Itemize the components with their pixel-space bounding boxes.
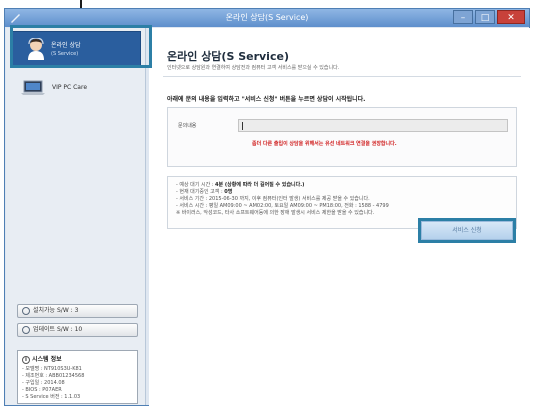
laptop-icon — [21, 80, 45, 95]
minimize-button[interactable]: – — [453, 10, 473, 24]
info-icon: i — [22, 356, 30, 364]
callout-highlight-button — [418, 218, 516, 243]
installable-sw-button[interactable]: 설치가능 S/W : 3 — [17, 304, 138, 318]
system-info-panel: i 시스템 정보 - 모델명 : NT910S3U-K81 - 제조번호 : AB… — [17, 350, 138, 404]
system-info-row: - 제조번호 : ABB01234568 — [22, 373, 85, 379]
sidebar-item-vip-pc-care[interactable]: VIP PC Care — [10, 74, 141, 102]
download-icon — [22, 306, 30, 315]
sidebar-item-label: VIP PC Care — [52, 84, 88, 91]
callout-highlight-sidebar — [10, 25, 152, 68]
inquiry-form: 문의내용 좀더 다른 출입이 상담을 위해서는 유선 네트워크 연결을 권장합니… — [167, 107, 517, 167]
window-title: 온라인 상담(S Service) — [225, 13, 309, 22]
system-info-row: - S Service 버전 : 1.1.03 — [22, 394, 81, 400]
system-info-title: i 시스템 정보 — [22, 354, 133, 364]
instruction-text: 아래에 문의 내용을 입력하고 "서비스 신청" 버튼을 누르면 상담이 시작됩… — [167, 96, 366, 103]
page-title: 온라인 상담(S Service) — [167, 50, 289, 63]
system-info-row: - 모델명 : NT910S3U-K81 — [22, 366, 82, 372]
network-warning: 좀더 다른 출입이 상담을 위해서는 유선 네트워크 연결을 권장합니다. — [252, 141, 397, 147]
system-info-row: - BIOS : P07AER — [22, 387, 62, 393]
window-controls: – □ ✕ — [453, 10, 525, 24]
notice-line: - 현재 대기중인 고객 : 0명 — [176, 189, 233, 195]
inquiry-input[interactable] — [238, 119, 508, 132]
notice-line: - 서비스 시간 : 평일 AM09:00 ~ AM02:00, 토요일 AM0… — [176, 203, 389, 209]
page-subtitle: 인터넷으로 상담원과 연결하여 상담전과 컴퓨터 고객 서비스를 받으실 수 있… — [167, 65, 340, 71]
notice-line: ※ 바이러스, 악성코드, 타사 소프트웨어등에 의한 장애 발생시 서비스 제… — [176, 210, 375, 216]
system-info-title-text: 시스템 정보 — [32, 356, 62, 363]
close-button[interactable]: ✕ — [497, 10, 525, 24]
system-info-row: - 구입일 : 2014.08 — [22, 380, 65, 386]
update-sw-button[interactable]: 업데이트 S/W : 10 — [17, 323, 138, 337]
maximize-button[interactable]: □ — [475, 10, 495, 24]
sidebar: 온라인 상담 (S Service) VIP PC Care 설치가능 S/W … — [6, 28, 146, 405]
inquiry-label: 문의내용 — [178, 123, 197, 129]
button-label: 설치가능 S/W : 3 — [33, 307, 79, 314]
notice-line: - 예상 대기 시간 : 4분 (상황에 따라 더 길어질 수 있습니다.) — [176, 182, 305, 188]
refresh-icon — [22, 325, 30, 334]
divider — [163, 76, 521, 77]
notice-line: - 서비스 기간 : 2015-06-30 까지, 이후 컴퓨터(인터 발생) … — [176, 196, 370, 202]
button-label: 업데이트 S/W : 10 — [33, 326, 83, 333]
